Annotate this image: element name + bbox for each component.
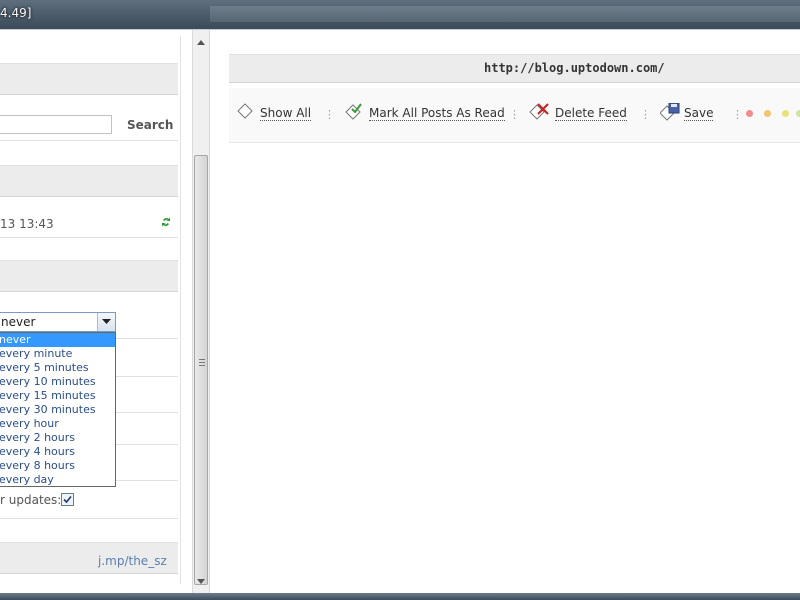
feed-toolbar: Show All ⋮ Mark All Posts As Read ⋮ Dele… [229,88,800,143]
title-bar-glass [210,6,800,22]
feed-url-bar: http://blog.uptodown.com/ [229,54,800,83]
notify-updates-checkbox[interactable] [61,493,74,506]
mark-all-read-button[interactable]: Mark All Posts As Read [345,103,505,121]
vertical-scrollbar[interactable] [192,30,210,594]
interval-option[interactable]: every 4 hours [0,445,115,459]
update-interval-value: never [1,315,36,329]
update-interval-dropdown-list: never every minute every 5 minutes every… [0,332,116,487]
toolbar-separator: ⋮ [509,108,520,121]
scrollbar-grip [199,359,205,368]
footer-link[interactable]: j.mp/the_sz [98,554,167,568]
color-dot-red[interactable] [746,110,753,117]
feed-view-panel: http://blog.uptodown.com/ Show All ⋮ Mar… [211,30,800,594]
delete-icon [529,103,549,120]
toolbar-separator: ⋮ [324,108,335,121]
color-dot-yellow[interactable] [782,110,789,117]
interval-option[interactable]: never [0,333,115,347]
left-panel: Search 13 13:43 never never every minute… [0,30,192,594]
interval-option[interactable]: every 5 minutes [0,361,115,375]
notify-updates-label: r updates: [0,493,62,507]
app-window: Search 13 13:43 never never every minute… [0,29,800,594]
scrollbar-thumb[interactable] [194,155,208,585]
save-disk-icon [660,103,680,121]
divider [0,140,178,141]
dropdown-arrow[interactable] [97,313,115,331]
divider [0,518,178,519]
divider [0,237,178,238]
chevron-down-icon [102,319,111,324]
interval-option[interactable]: every 30 minutes [0,403,115,417]
toolbar-separator: ⋮ [732,108,743,121]
mark-all-read-label: Mark All Posts As Read [369,106,505,121]
settings-section-header [0,260,178,292]
toolbar-separator: ⋮ [640,108,651,121]
search-section-header [0,63,178,95]
title-bar: 4.49] [0,0,800,30]
diamond-icon [237,103,253,119]
show-all-button[interactable]: Show All [237,103,312,121]
search-input[interactable] [0,115,112,134]
update-interval-select[interactable]: never [0,312,116,332]
interval-option[interactable]: every 10 minutes [0,375,115,389]
save-label: Save [684,106,714,121]
color-dot-green[interactable] [796,110,800,117]
search-button[interactable]: Search [127,118,173,132]
scroll-down-arrow-icon[interactable] [197,577,205,585]
checkmark-icon [63,495,72,504]
color-dot-orange[interactable] [764,110,771,117]
save-button[interactable]: Save [660,103,714,121]
interval-option[interactable]: every hour [0,417,115,431]
feed-last-updated: 13 13:43 [0,217,54,231]
feed-section-header [0,165,178,197]
show-all-label: Show All [260,106,312,121]
interval-option[interactable]: every day [0,473,115,487]
left-panel-content: Search 13 13:43 never never every minute… [0,36,181,584]
delete-feed-label: Delete Feed [555,106,627,121]
mark-read-icon [345,103,362,120]
scroll-up-arrow-icon[interactable] [197,39,205,47]
delete-feed-button[interactable]: Delete Feed [529,103,627,121]
interval-option[interactable]: every 15 minutes [0,389,115,403]
interval-option[interactable]: every 8 hours [0,459,115,473]
window-bottom-border [0,593,800,600]
feed-url[interactable]: http://blog.uptodown.com/ [484,61,665,75]
window-title: 4.49] [0,6,32,20]
refresh-icon[interactable] [161,216,171,228]
interval-option[interactable]: every minute [0,347,115,361]
interval-option[interactable]: every 2 hours [0,431,115,445]
